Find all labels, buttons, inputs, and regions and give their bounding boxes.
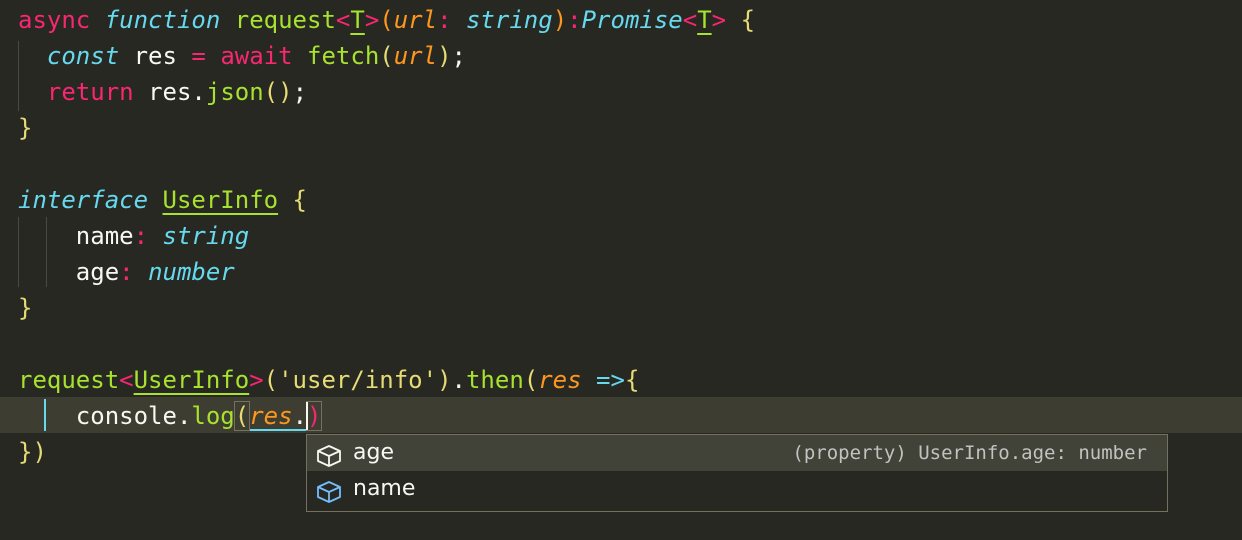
angle-open: < <box>335 6 351 34</box>
colon: : <box>119 258 134 286</box>
object-res: res <box>148 78 192 106</box>
angle-close: > <box>249 366 264 394</box>
angle-open: < <box>119 366 134 394</box>
dot: . <box>451 366 466 394</box>
type-string: string <box>162 222 250 250</box>
brace-close: } <box>18 438 33 466</box>
keyword-return: return <box>46 78 134 106</box>
param-url: url <box>393 6 438 34</box>
paren-open: ( <box>263 366 279 394</box>
suggestion-detail: (property) UserInfo.age: number <box>792 442 1147 464</box>
code-line-12[interactable]: console.log(res.) <box>18 398 323 434</box>
code-line-2[interactable]: const res = await fetch(url); <box>18 38 466 74</box>
code-line-11[interactable]: request<UserInfo>('user/info').then(res … <box>18 362 639 398</box>
method-then: then <box>465 366 524 394</box>
property-cube-icon <box>315 442 343 467</box>
property-name: name <box>75 222 134 250</box>
angle-close: > <box>711 6 727 34</box>
function-fetch: fetch <box>307 42 380 70</box>
code-editor[interactable]: async function request<T>(url: string):P… <box>0 0 1242 540</box>
code-line-6[interactable]: interface UserInfo { <box>18 182 307 218</box>
code-line-8[interactable]: age: number <box>18 254 235 290</box>
colon: : <box>133 222 149 250</box>
text-cursor <box>306 402 308 430</box>
property-age: age <box>75 258 120 286</box>
param-res: res <box>538 366 582 394</box>
arrow-operator: => <box>596 366 625 394</box>
keyword-interface: interface <box>18 186 149 214</box>
variable-res: res <box>133 42 177 70</box>
brace-open: { <box>624 366 640 394</box>
semicolon: ; <box>292 78 308 106</box>
function-request: request <box>18 366 120 394</box>
keyword-await: await <box>220 42 293 70</box>
keyword-function: function <box>104 6 221 34</box>
code-line-7[interactable]: name: string <box>18 218 249 254</box>
code-line-3[interactable]: return res.json(); <box>18 74 307 110</box>
parens: () <box>263 78 293 106</box>
type-arg-userinfo: UserInfo <box>133 366 250 394</box>
semicolon: ; <box>451 42 466 70</box>
brace-open: { <box>292 186 307 214</box>
suggestion-item-age[interactable]: age (property) UserInfo.age: number <box>307 435 1167 471</box>
type-promise: Promise <box>581 6 683 34</box>
arg-res: res <box>249 402 293 430</box>
suggestion-label: age <box>353 440 394 465</box>
brace-close: } <box>18 294 33 322</box>
keyword-const: const <box>46 42 120 70</box>
paren-open: ( <box>379 6 394 34</box>
operator-equals: = <box>191 42 206 70</box>
dot: . <box>292 402 308 430</box>
code-line-9[interactable]: } <box>18 290 32 326</box>
angle-close: > <box>364 6 380 34</box>
type-string: string <box>465 6 553 34</box>
suggestion-item-name[interactable]: name <box>307 471 1167 507</box>
function-name-request: request <box>234 6 336 34</box>
arg-url: url <box>393 42 438 70</box>
angle-open: < <box>682 6 698 34</box>
brace-close: } <box>18 114 33 142</box>
brace-open: { <box>740 6 756 34</box>
dot: . <box>176 402 192 430</box>
code-line-4[interactable]: } <box>18 110 32 146</box>
suggestion-label: name <box>353 476 416 501</box>
code-line-13[interactable]: }) <box>18 434 47 470</box>
colon: : <box>437 6 452 34</box>
object-console: console <box>75 402 177 430</box>
method-json: json <box>205 78 264 106</box>
colon: : <box>567 6 582 34</box>
code-line-1[interactable]: async function request<T>(url: string):P… <box>18 2 755 38</box>
paren-close: ) <box>437 366 452 394</box>
bracket-match-open: ( <box>233 401 251 431</box>
type-param-t: T <box>350 6 365 34</box>
paren-open: ( <box>379 42 394 70</box>
keyword-async: async <box>18 6 91 34</box>
property-cube-icon <box>315 478 343 503</box>
paren-open: ( <box>523 366 539 394</box>
paren-close: ) <box>32 438 47 466</box>
interface-name: UserInfo <box>162 186 279 214</box>
paren-close: ) <box>552 6 568 34</box>
dot: . <box>191 78 206 106</box>
string-literal: 'user/info' <box>278 366 438 394</box>
paren-close: ) <box>437 42 452 70</box>
type-param-t: T <box>697 6 712 34</box>
method-log: log <box>191 402 235 430</box>
type-number: number <box>148 258 235 286</box>
autocomplete-suggestion-list[interactable]: age (property) UserInfo.age: number name <box>306 434 1168 512</box>
bracket-match-close: ) <box>305 401 323 431</box>
